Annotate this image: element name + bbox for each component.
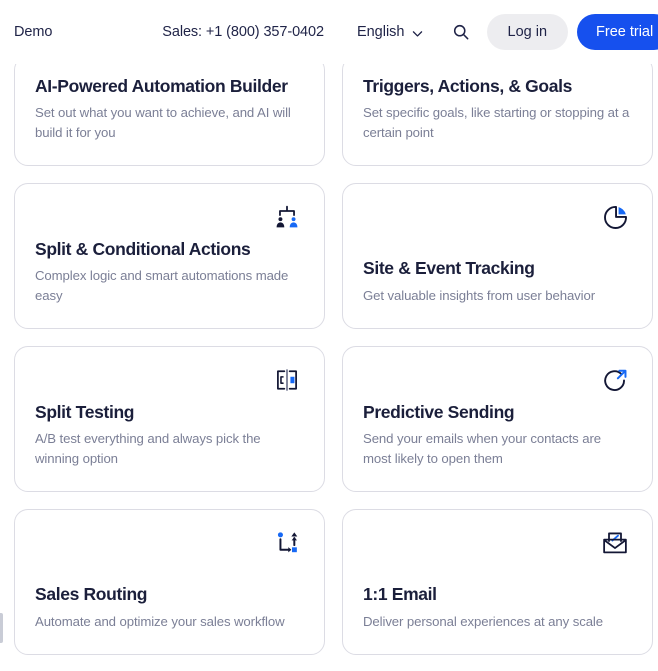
- routing-arrows-icon: [270, 526, 304, 560]
- card-title: Split Testing: [35, 401, 135, 422]
- card-description: Complex logic and smart automations made…: [35, 268, 289, 304]
- card-title: AI-Powered Automation Builder: [35, 75, 288, 96]
- card-description: Set specific goals, like starting or sto…: [363, 105, 630, 141]
- free-trial-button[interactable]: Free trial: [577, 14, 658, 50]
- card-description: Send your emails when your contacts are …: [363, 431, 601, 467]
- card-title: Split & Conditional Actions: [35, 238, 251, 259]
- chevron-down-icon: [411, 27, 424, 40]
- feature-card-predictive-sending[interactable]: Predictive Sending Send your emails when…: [342, 346, 653, 492]
- scroll-position-indicator[interactable]: [0, 613, 3, 643]
- feature-card-split-testing[interactable]: Split Testing A/B test everything and al…: [14, 346, 325, 492]
- split-users-icon: [270, 200, 304, 234]
- feature-cards-grid: AI-Powered Automation Builder Set out wh…: [0, 56, 658, 655]
- feature-card-sales-routing[interactable]: Sales Routing Automate and optimize your…: [14, 509, 325, 655]
- language-selector[interactable]: English: [357, 24, 424, 40]
- pie-chart-icon: [598, 200, 632, 234]
- feature-card-triggers-actions-goals[interactable]: Triggers, Actions, & Goals Set specific …: [342, 56, 653, 166]
- language-selector-label: English: [356, 24, 405, 40]
- log-in-button[interactable]: Log in: [486, 14, 569, 50]
- card-title: Site & Event Tracking: [363, 258, 535, 279]
- card-title: Triggers, Actions, & Goals: [363, 75, 573, 96]
- feature-card-ai-powered-automation-builder[interactable]: AI-Powered Automation Builder Set out wh…: [14, 56, 325, 166]
- open-envelope-pencil-icon: [598, 526, 632, 560]
- card-title: Sales Routing: [35, 584, 148, 605]
- card-description: Deliver personal experiences at any scal…: [363, 614, 603, 630]
- card-title: 1:1 Email: [363, 584, 437, 605]
- card-description: A/B test everything and always pick the …: [35, 431, 261, 467]
- card-description: Get valuable insights from user behavior: [363, 288, 596, 304]
- feature-card-split-conditional-actions[interactable]: Split & Conditional Actions Complex logi…: [14, 183, 325, 329]
- card-title: Predictive Sending: [363, 401, 515, 422]
- feature-card-1-1-email[interactable]: 1:1 Email Deliver personal experiences a…: [342, 509, 653, 655]
- nav-link-demo[interactable]: Demo: [14, 24, 52, 40]
- card-description: Set out what you want to achieve, and AI…: [35, 105, 291, 141]
- ab-split-panels-icon: [270, 363, 304, 397]
- search-icon[interactable]: [452, 21, 470, 43]
- card-description: Automate and optimize your sales workflo…: [35, 614, 285, 630]
- site-header: Demo Sales: +1 (800) 357-0402 English Lo…: [0, 0, 658, 64]
- feature-card-site-event-tracking[interactable]: Site & Event Tracking Get valuable insig…: [342, 183, 653, 329]
- nav-sales-phone[interactable]: Sales: +1 (800) 357-0402: [162, 24, 324, 40]
- circle-arrow-out-icon: [598, 363, 632, 397]
- feature-cards-scroll-region[interactable]: AI-Powered Automation Builder Set out wh…: [0, 56, 658, 671]
